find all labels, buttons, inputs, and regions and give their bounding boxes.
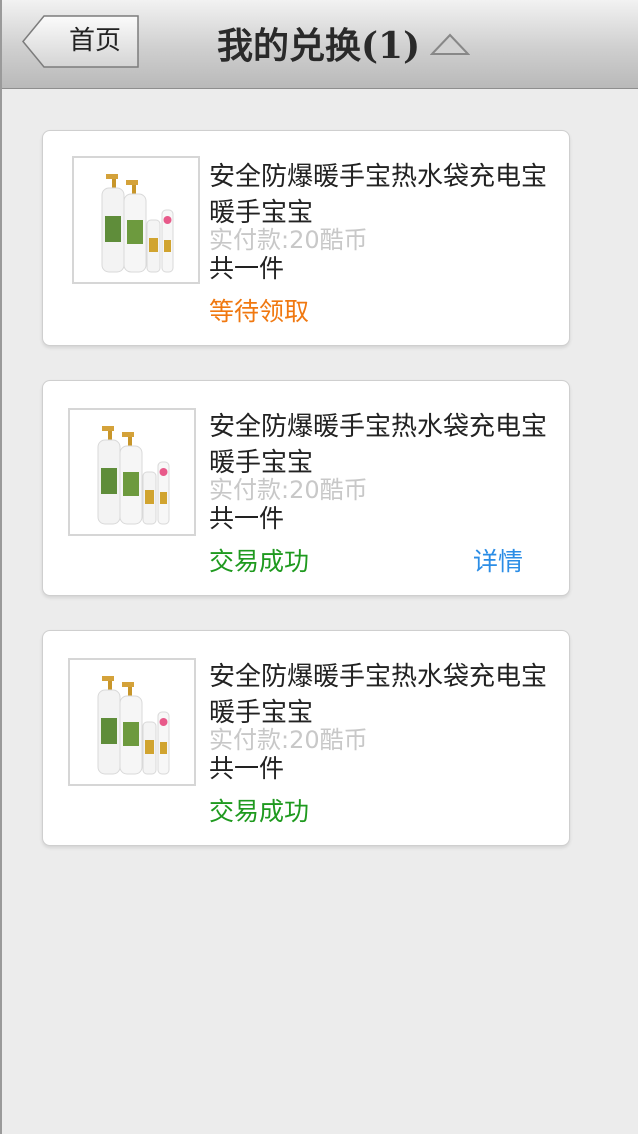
order-status: 交易成功 (209, 547, 310, 576)
product-image (68, 408, 196, 536)
product-quantity: 共一件 (209, 254, 285, 283)
product-name: 安全防爆暖手宝热水袋充电宝暖手宝宝 (209, 662, 548, 728)
product-quantity: 共一件 (209, 504, 285, 533)
header-bar: 首页 我的兑换(1) (2, 0, 638, 89)
detail-link[interactable]: 详情 (473, 545, 523, 579)
product-quantity: 共一件 (209, 754, 285, 783)
order-status: 交易成功 (209, 797, 310, 826)
product-price: 实付款:20酷币 (209, 226, 368, 254)
back-button-label: 首页 (68, 26, 121, 56)
page-title: 我的兑换(1) (217, 25, 421, 67)
product-name: 安全防爆暖手宝热水袋充电宝暖手宝宝 (209, 162, 548, 228)
product-image (68, 658, 196, 786)
back-button[interactable]: 首页 (22, 15, 140, 68)
product-name: 安全防爆暖手宝热水袋充电宝暖手宝宝 (209, 412, 548, 478)
order-card[interactable]: 安全防爆暖手宝热水袋充电宝暖手宝宝 实付款:20酷币 共一件 等待领取 (42, 130, 570, 346)
product-price: 实付款:20酷币 (209, 476, 368, 504)
order-card[interactable]: 安全防爆暖手宝热水袋充电宝暖手宝宝 实付款:20酷币 共一件 交易成功 详情 (42, 380, 570, 596)
product-price: 实付款:20酷币 (209, 726, 368, 754)
product-image (72, 156, 200, 284)
order-status: 等待领取 (209, 297, 310, 326)
order-card[interactable]: 安全防爆暖手宝热水袋充电宝暖手宝宝 实付款:20酷币 共一件 交易成功 (42, 630, 570, 846)
triangle-up-icon[interactable] (430, 32, 470, 56)
